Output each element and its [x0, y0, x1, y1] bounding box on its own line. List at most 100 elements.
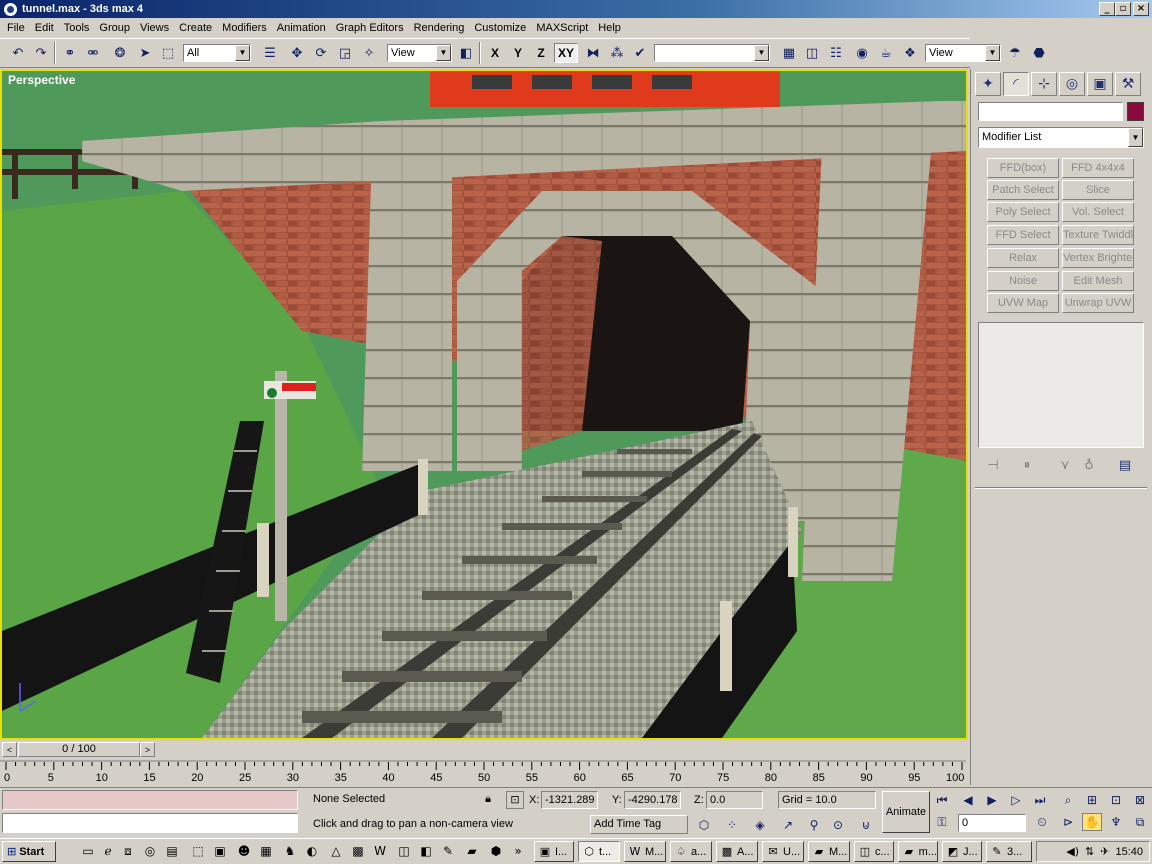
pivot-center-icon[interactable]: ◧ [456, 43, 476, 63]
menu-group[interactable]: Group [94, 22, 135, 34]
select-by-name-icon[interactable]: ☰ [260, 43, 280, 63]
lock-selection-icon[interactable]: 🔒︎ [480, 792, 496, 808]
maxscript-listener-input[interactable] [2, 813, 298, 833]
taskbar-button[interactable]: ◫ c... [854, 841, 894, 862]
redo-icon[interactable]: ↷ [31, 43, 51, 63]
menu-tools[interactable]: Tools [59, 22, 95, 34]
undo-icon[interactable]: ↶ [8, 43, 28, 63]
taskbar-button[interactable]: ▩ A... [716, 841, 758, 862]
percent-snap-icon[interactable]: ◈ [750, 816, 770, 834]
menu-create[interactable]: Create [174, 22, 217, 34]
menu-rendering[interactable]: Rendering [409, 22, 470, 34]
field-of-view-icon[interactable]: ⊳ [1058, 813, 1078, 831]
display-tab-icon[interactable]: ▣ [1087, 72, 1113, 96]
select-and-link-icon[interactable]: ⚭ [60, 43, 80, 63]
time-next-icon[interactable]: > [140, 742, 155, 757]
menu-graph-editors[interactable]: Graph Editors [331, 22, 409, 34]
manipulate-icon[interactable]: ✧ [359, 43, 379, 63]
spinner-snap-icon[interactable]: ↗ [778, 816, 798, 834]
show-end-result-icon[interactable]: ⏸ [1015, 455, 1039, 475]
taskbar-button[interactable]: ✎ 3... [986, 841, 1032, 862]
quicklaunch-desktop-icon[interactable]: ▭ [80, 843, 96, 859]
modifier-button-noise[interactable]: Noise [987, 271, 1059, 291]
quicklaunch-app-icon[interactable]: ◧ [418, 843, 434, 859]
zoom-all-icon[interactable]: ⊞ [1082, 791, 1102, 809]
z-coord-field[interactable]: 0.0 [706, 791, 763, 809]
quicklaunch-app-icon[interactable]: ▦ [258, 843, 274, 859]
scale-icon[interactable]: ◲ [335, 43, 355, 63]
time-prev-icon[interactable]: < [2, 742, 17, 757]
x-coord-field[interactable]: -1321.289 [541, 791, 598, 809]
quicklaunch-app-icon[interactable]: ◐ [304, 843, 320, 859]
quicklaunch-app-icon[interactable]: ▤ [164, 843, 180, 859]
degradation-override-icon[interactable]: ⚲ [804, 816, 824, 834]
maxscript-listener-output[interactable] [2, 790, 298, 810]
magnet-icon[interactable]: ⊍ [856, 816, 876, 834]
menu-file[interactable]: File [2, 22, 30, 34]
modifier-button-unwrap-uvw[interactable]: Unwrap UVW [1062, 293, 1134, 313]
quicklaunch-app-icon[interactable]: △ [328, 843, 344, 859]
quicklaunch-app-icon[interactable]: ✎ [440, 843, 456, 859]
next-frame-icon[interactable]: ▷ [1006, 791, 1026, 809]
align-icon[interactable]: ✔ [630, 43, 650, 63]
menu-animation[interactable]: Animation [272, 22, 331, 34]
taskbar-button[interactable]: ▰ M... [808, 841, 850, 862]
minimize-button[interactable]: _ [1099, 2, 1115, 16]
play-icon[interactable]: ▶ [982, 791, 1002, 809]
taskbar-button[interactable]: ♤ a... [670, 841, 712, 862]
modifier-button-relax[interactable]: Relax [987, 248, 1059, 268]
zoom-extents-icon[interactable]: ⊡ [1106, 791, 1126, 809]
key-mode-icon[interactable]: ⚿ [932, 813, 952, 831]
motion-tab-icon[interactable]: ◎ [1059, 72, 1085, 96]
modifier-button-ffd-select[interactable]: FFD Select [987, 225, 1059, 245]
render-scene-icon[interactable]: ☕ [876, 43, 896, 63]
modifier-button-vertex-brightener[interactable]: Vertex Brightener [1062, 248, 1134, 268]
restrict-z-button[interactable]: Z [531, 43, 551, 63]
schematic-view-icon[interactable]: ☷ [826, 43, 846, 63]
absolute-mode-icon[interactable]: ⊡ [506, 791, 524, 809]
named-selection-dropdown[interactable]: ▼ [654, 44, 770, 62]
modifier-button-texture-twiddle[interactable]: Texture Twiddle [1062, 225, 1134, 245]
previous-frame-icon[interactable]: ◀ [958, 791, 978, 809]
menu-maxscript[interactable]: MAXScript [531, 22, 593, 34]
select-object-icon[interactable]: ➤ [135, 43, 155, 63]
array-icon[interactable]: ⁂ [607, 43, 627, 63]
modifier-button-ffd-box[interactable]: FFD(box) [987, 158, 1059, 178]
object-color-swatch[interactable] [1127, 102, 1144, 121]
arc-rotate-icon[interactable]: ♆ [1106, 813, 1126, 831]
taskbar-button[interactable]: W M... [624, 841, 666, 862]
taskbar-button[interactable]: ✉ U... [762, 841, 804, 862]
quicklaunch-word-icon[interactable]: W [372, 843, 388, 859]
menu-edit[interactable]: Edit [30, 22, 59, 34]
configure-modifier-sets-icon[interactable]: ▤ [1113, 455, 1137, 475]
modify-tab-icon[interactable]: ◜ [1003, 72, 1029, 96]
time-config-icon[interactable]: ⏲ [1032, 813, 1052, 831]
quicklaunch-app-icon[interactable]: ☻ [236, 843, 252, 859]
reference-coord-dropdown[interactable]: View ▼ [387, 44, 452, 62]
mirror-icon[interactable]: ⧓ [583, 43, 603, 63]
quicklaunch-folder-icon[interactable]: ▰ [464, 843, 480, 859]
restrict-y-button[interactable]: Y [508, 43, 528, 63]
modifier-button-patch-select[interactable]: Patch Select [987, 180, 1059, 200]
add-time-tag-button[interactable]: Add Time Tag [590, 815, 688, 834]
taskbar-button[interactable]: ▰ m... [898, 841, 938, 862]
material-editor-icon[interactable]: ◉ [852, 43, 872, 63]
render-last-icon[interactable]: ☂ [1005, 43, 1025, 63]
hierarchy-tab-icon[interactable]: ⊹ [1031, 72, 1057, 96]
quicklaunch-app-icon[interactable]: » [510, 843, 526, 859]
modifier-button-slice[interactable]: Slice [1062, 180, 1134, 200]
animate-button[interactable]: Animate [882, 791, 930, 833]
menu-help[interactable]: Help [593, 22, 626, 34]
region-select-icon[interactable]: ⬚ [158, 43, 178, 63]
pan-hand-icon[interactable]: ✋ [1082, 813, 1102, 831]
restrict-x-button[interactable]: X [485, 43, 505, 63]
quick-render-icon[interactable]: ❖ [900, 43, 920, 63]
min-max-toggle-icon[interactable]: ⧉ [1130, 813, 1150, 831]
go-to-end-icon[interactable]: ⏭ [1030, 791, 1050, 809]
quicklaunch-app-icon[interactable]: ▣ [212, 843, 228, 859]
viewport-label[interactable]: Perspective [8, 73, 75, 87]
unlink-icon[interactable]: ⚮ [83, 43, 103, 63]
utilities-tab-icon[interactable]: ⚒ [1115, 72, 1141, 96]
modifier-button-uvw-map[interactable]: UVW Map [987, 293, 1059, 313]
menu-views[interactable]: Views [135, 22, 174, 34]
